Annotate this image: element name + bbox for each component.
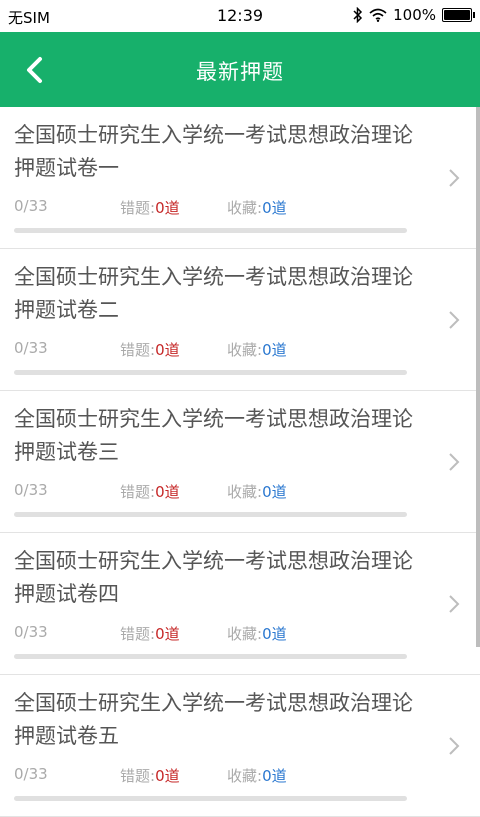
progress-count: 0/33 — [14, 765, 48, 783]
progress-count: 0/33 — [14, 339, 48, 357]
wrong-count-group: 错题:0道 — [120, 765, 180, 786]
wrong-label: 错题: — [120, 341, 156, 359]
chevron-right-icon — [449, 453, 460, 471]
exam-title: 全国硕士研究生入学统一考试思想政治理论押题试卷五 — [14, 691, 413, 748]
favorite-count: 0道 — [262, 341, 287, 359]
list-item[interactable]: 全国硕士研究生入学统一考试思想政治理论押题试卷五 0/33 错题:0道 收藏:0… — [0, 675, 480, 817]
status-bar: 无SIM 12:39 100% — [0, 0, 480, 32]
exam-meta: 0/33 错题:0道 收藏:0道 — [14, 339, 414, 359]
favorite-count: 0道 — [262, 767, 287, 785]
exam-list: 全国硕士研究生入学统一考试思想政治理论押题试卷一 0/33 错题:0道 收藏:0… — [0, 107, 480, 817]
progress-bar — [14, 796, 407, 801]
exam-title: 全国硕士研究生入学统一考试思想政治理论押题试卷四 — [14, 549, 413, 606]
exam-title: 全国硕士研究生入学统一考试思想政治理论押题试卷二 — [14, 265, 413, 322]
wifi-icon — [369, 8, 387, 22]
favorite-count-group: 收藏:0道 — [227, 623, 287, 644]
favorite-count-group: 收藏:0道 — [227, 339, 287, 360]
favorite-label: 收藏: — [227, 341, 263, 359]
favorite-count: 0道 — [262, 199, 287, 217]
progress-bar — [14, 228, 407, 233]
exam-meta: 0/33 错题:0道 收藏:0道 — [14, 197, 414, 217]
wrong-label: 错题: — [120, 483, 156, 501]
wrong-label: 错题: — [120, 767, 156, 785]
favorite-count: 0道 — [262, 483, 287, 501]
progress-count: 0/33 — [14, 623, 48, 641]
battery-icon — [442, 8, 475, 22]
favorite-label: 收藏: — [227, 199, 263, 217]
exam-meta: 0/33 错题:0道 收藏:0道 — [14, 623, 414, 643]
progress-bar — [14, 370, 407, 375]
favorite-count-group: 收藏:0道 — [227, 481, 287, 502]
wrong-count-group: 错题:0道 — [120, 481, 180, 502]
wrong-count: 0道 — [155, 625, 180, 643]
status-icons: 100% — [353, 6, 475, 24]
favorite-count-group: 收藏:0道 — [227, 765, 287, 786]
chevron-right-icon — [449, 169, 460, 187]
favorite-label: 收藏: — [227, 767, 263, 785]
list-item[interactable]: 全国硕士研究生入学统一考试思想政治理论押题试卷四 0/33 错题:0道 收藏:0… — [0, 533, 480, 675]
favorite-label: 收藏: — [227, 483, 263, 501]
list-item[interactable]: 全国硕士研究生入学统一考试思想政治理论押题试卷一 0/33 错题:0道 收藏:0… — [0, 107, 480, 249]
wrong-count-group: 错题:0道 — [120, 623, 180, 644]
bluetooth-icon — [353, 7, 363, 23]
wrong-count: 0道 — [155, 767, 180, 785]
wrong-count-group: 错题:0道 — [120, 339, 180, 360]
favorite-label: 收藏: — [227, 625, 263, 643]
exam-meta: 0/33 错题:0道 收藏:0道 — [14, 765, 414, 785]
app-header: 最新押题 — [0, 32, 480, 107]
wrong-count: 0道 — [155, 483, 180, 501]
progress-bar — [14, 512, 407, 517]
chevron-right-icon — [449, 595, 460, 613]
progress-count: 0/33 — [14, 481, 48, 499]
battery-percent: 100% — [393, 6, 436, 24]
favorite-count: 0道 — [262, 625, 287, 643]
list-item[interactable]: 全国硕士研究生入学统一考试思想政治理论押题试卷二 0/33 错题:0道 收藏:0… — [0, 249, 480, 391]
battery-fill — [444, 10, 470, 20]
wrong-count: 0道 — [155, 341, 180, 359]
wrong-count: 0道 — [155, 199, 180, 217]
progress-count: 0/33 — [14, 197, 48, 215]
page-title: 最新押题 — [196, 60, 284, 84]
exam-title: 全国硕士研究生入学统一考试思想政治理论押题试卷三 — [14, 407, 413, 464]
chevron-right-icon — [449, 311, 460, 329]
favorite-count-group: 收藏:0道 — [227, 197, 287, 218]
list-item[interactable]: 全国硕士研究生入学统一考试思想政治理论押题试卷三 0/33 错题:0道 收藏:0… — [0, 391, 480, 533]
scrollbar[interactable] — [476, 107, 480, 647]
wrong-label: 错题: — [120, 625, 156, 643]
exam-title: 全国硕士研究生入学统一考试思想政治理论押题试卷一 — [14, 123, 413, 180]
exam-meta: 0/33 错题:0道 收藏:0道 — [14, 481, 414, 501]
wrong-count-group: 错题:0道 — [120, 197, 180, 218]
chevron-right-icon — [449, 737, 460, 755]
progress-bar — [14, 654, 407, 659]
wrong-label: 错题: — [120, 199, 156, 217]
